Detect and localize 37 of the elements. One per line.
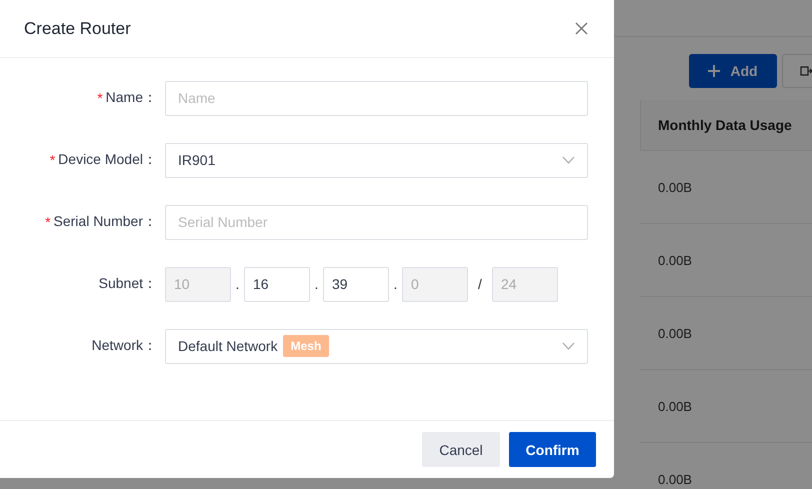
plus-icon (708, 65, 720, 77)
field-label: Serial Number： (54, 213, 157, 231)
select-value: IR901 (178, 152, 216, 168)
table-cell-text: 0.00B (657, 326, 692, 340)
subnet-separator: . (392, 276, 398, 292)
subnet-separator: . (314, 276, 320, 292)
table-cell-text: 0.00B (657, 180, 692, 194)
chevron-down-icon (562, 156, 575, 164)
required-mark: * (50, 152, 56, 168)
select-value: Default Network (178, 338, 278, 354)
input-field[interactable]: Name (165, 80, 588, 116)
table-cell-text: 0.00B (657, 472, 692, 486)
export-icon (799, 64, 812, 78)
field-label: Name： (106, 89, 157, 107)
field-label: Device Model： (58, 151, 157, 169)
tag: Mesh (282, 335, 330, 357)
subnet-separator: / (477, 276, 483, 292)
subnet-separator: . (234, 276, 240, 292)
field-label: Network： (92, 337, 157, 355)
dialog-title: Create Router (24, 18, 131, 38)
confirm-button[interactable]: Confirm (509, 432, 596, 467)
required-mark: * (97, 90, 103, 106)
table-cell-text: 0.00B (657, 252, 692, 268)
field-label: Subnet： (98, 275, 157, 293)
select-field[interactable]: IR901 (165, 142, 588, 178)
required-mark: * (45, 214, 51, 230)
chevron-down-icon (562, 342, 575, 350)
table-cell-text: 0.00B (657, 398, 692, 414)
close-icon (575, 22, 588, 35)
select-field[interactable]: Default Network Mesh (165, 328, 588, 364)
input-field[interactable]: Serial Number (165, 204, 588, 240)
subnet-input[interactable]: 16 (244, 266, 310, 302)
close-button[interactable] (573, 20, 590, 37)
column-header: Monthly Data Usage (657, 117, 792, 133)
subnet-input[interactable]: 39 (323, 266, 389, 302)
cancel-button[interactable]: Cancel (422, 432, 500, 467)
add-button[interactable]: Add (689, 54, 777, 88)
